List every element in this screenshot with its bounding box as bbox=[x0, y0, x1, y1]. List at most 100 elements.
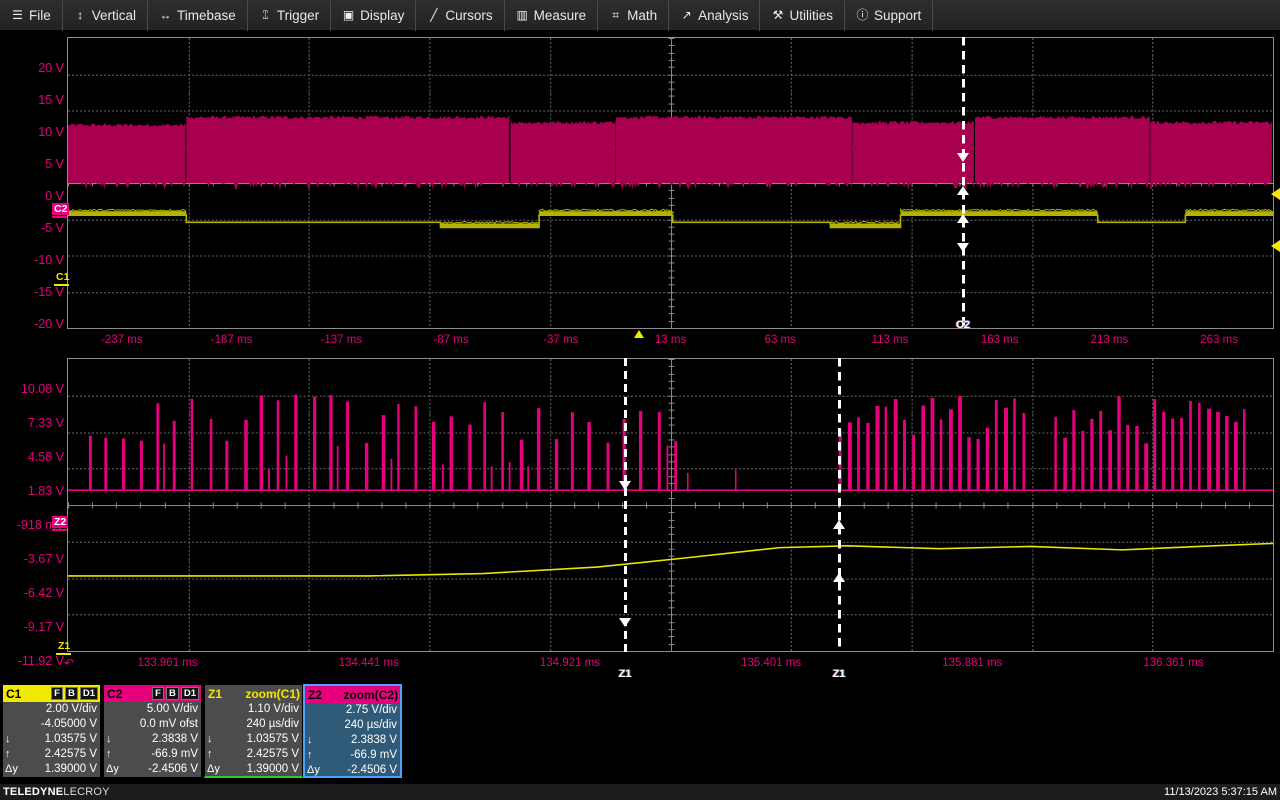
zoom-grid[interactable] bbox=[67, 358, 1274, 652]
menu-item-cursors[interactable]: ╱ Cursors bbox=[416, 0, 505, 31]
x-axis-label: -187 ms bbox=[210, 334, 253, 346]
menu-item-label: Vertical bbox=[91, 7, 137, 23]
descriptor-row: ↓ 1.03575 V bbox=[3, 732, 100, 747]
descriptor-row-value: 0.0 mV ofst bbox=[139, 718, 198, 730]
descriptor-name: Z1 bbox=[208, 686, 223, 701]
y-axis-label: 10.08 V bbox=[20, 382, 64, 396]
x-axis-label: 163 ms bbox=[980, 334, 1019, 346]
menu-item-vertical[interactable]: ↕ Vertical bbox=[63, 0, 149, 31]
x-axis-label: 133.961 ms bbox=[137, 657, 198, 669]
descriptor-row-value: -2.4506 V bbox=[347, 764, 397, 776]
main-cursor-c2[interactable] bbox=[962, 37, 965, 329]
menu-item-trigger[interactable]: ⑄ Trigger bbox=[248, 0, 332, 31]
scope-application: ☰ File ↕ Vertical ↔ Timebase ⑄ Trigger ▣ Display ╱… bbox=[0, 0, 1280, 800]
x-axis-label: -137 ms bbox=[320, 334, 363, 346]
trigger-level-marker-1[interactable] bbox=[1271, 188, 1280, 200]
descriptor-row-key: Δy bbox=[307, 764, 320, 776]
zoom-cursor-2[interactable] bbox=[838, 358, 841, 652]
descriptor-row-value: -2.4506 V bbox=[148, 763, 198, 775]
trigger-position-arrow[interactable] bbox=[634, 330, 644, 338]
y-axis-label: -15 V bbox=[34, 285, 64, 299]
marker-z1[interactable]: Z1 bbox=[56, 640, 72, 652]
menu-item-label: Cursors bbox=[445, 7, 493, 23]
x-axis-label: -37 ms bbox=[543, 334, 579, 346]
menu-item-measure[interactable]: ▥ Measure bbox=[505, 0, 599, 31]
descriptor-header[interactable]: C2 F B D1 bbox=[104, 685, 201, 702]
x-axis-label: -87 ms bbox=[433, 334, 469, 346]
menu-item-analysis[interactable]: ↗ Analysis bbox=[669, 0, 761, 31]
marker-c1[interactable]: C1 bbox=[54, 271, 71, 283]
descriptor-row-value: 2.3838 V bbox=[151, 733, 198, 745]
main-cursor-arrow-up-2 bbox=[957, 214, 969, 223]
descriptor-header[interactable]: C1 F B D1 bbox=[3, 685, 100, 702]
marker-c2-line bbox=[52, 216, 67, 218]
descriptor-badge[interactable]: D1 bbox=[180, 687, 199, 700]
descriptor-row-key: ↑ bbox=[307, 749, 313, 761]
vertical-icon: ↕ bbox=[77, 8, 84, 22]
marker-c2[interactable]: C2 bbox=[52, 203, 70, 215]
descriptor-row-key: Δy bbox=[5, 763, 18, 775]
zoom-cursor-2-arrow-bottom bbox=[833, 573, 845, 582]
menu-item-timebase[interactable]: ↔ Timebase bbox=[148, 0, 248, 31]
descriptor-row: ↑ 2.42575 V bbox=[3, 747, 100, 762]
zoom-cursor-1[interactable] bbox=[624, 358, 627, 652]
descriptor-badge[interactable]: F bbox=[152, 687, 164, 700]
descriptor-header[interactable]: Z2 zoom(C2) bbox=[305, 686, 400, 703]
descriptor-badge[interactable]: F bbox=[51, 687, 63, 700]
descriptor-c1[interactable]: C1 F B D1 2.00 V/div -4.05000 V ↓ 1.03575 V ↑ 2.4… bbox=[2, 684, 101, 778]
x-axis-label: 136.361 ms bbox=[1143, 657, 1204, 669]
menu-item-utilities[interactable]: ⚒ Utilities bbox=[760, 0, 845, 31]
descriptor-row: ↓ 2.3838 V bbox=[104, 732, 201, 747]
file-icon: ☰ bbox=[12, 8, 23, 22]
descriptor-z2[interactable]: Z2 zoom(C2) 2.75 V/div 240 µs/div ↓ 2.3838 V ↑… bbox=[303, 684, 402, 778]
descriptor-row: ↑ -66.9 mV bbox=[305, 748, 400, 763]
descriptor-z1[interactable]: Z1 zoom(C1) 1.10 V/div 240 µs/div ↓ 1.03575 V… bbox=[204, 684, 303, 778]
y-axis-label: 15 V bbox=[38, 93, 64, 107]
menu-item-label: Utilities bbox=[789, 7, 833, 23]
menu-item-label: Measure bbox=[533, 7, 587, 23]
descriptor-row-key: ↓ bbox=[207, 733, 213, 745]
descriptor-row-key: ↑ bbox=[207, 748, 213, 760]
descriptor-badge[interactable]: D1 bbox=[79, 687, 98, 700]
descriptor-c2[interactable]: C2 F B D1 5.00 V/div 0.0 mV ofst ↓ 2.3838 V ↑ -66… bbox=[103, 684, 202, 778]
descriptor-badge[interactable]: B bbox=[64, 687, 78, 700]
brand-thin: LECROY bbox=[63, 786, 110, 798]
menu-item-support[interactable]: ⓘ Support bbox=[845, 0, 934, 31]
descriptor-row-value: 1.39000 V bbox=[44, 763, 97, 775]
utilities-icon: ⚒ bbox=[772, 8, 784, 22]
marker-z2[interactable]: Z2 bbox=[52, 516, 69, 528]
main-waveform-canvas bbox=[68, 38, 1273, 328]
x-axis-label: 63 ms bbox=[764, 334, 796, 346]
main-grid[interactable] bbox=[67, 37, 1274, 329]
menu-item-display[interactable]: ▣ Display bbox=[331, 0, 417, 31]
descriptor-badge[interactable]: B bbox=[165, 687, 179, 700]
scope-display-area: 20 V 15 V 10 V 5 V 0 V -5 V -10 V -15 V -20 V C2… bbox=[0, 31, 1280, 680]
menu-item-file[interactable]: ☰ File bbox=[0, 0, 63, 31]
descriptor-row: Δy -2.4506 V bbox=[305, 763, 400, 778]
descriptor-source: zoom(C2) bbox=[343, 687, 398, 702]
descriptor-row: 2.00 V/div bbox=[3, 702, 100, 717]
descriptor-row-value: 1.03575 V bbox=[246, 733, 299, 745]
descriptor-row-key: ↓ bbox=[307, 734, 313, 746]
descriptor-row: -4.05000 V bbox=[3, 717, 100, 732]
descriptor-row-key: Δy bbox=[106, 763, 119, 775]
x-axis-label: 135.401 ms bbox=[741, 657, 802, 669]
descriptor-row-value: 2.00 V/div bbox=[45, 703, 97, 715]
menu-item-label: Timebase bbox=[177, 7, 236, 23]
brand-bold: TELEDYNE bbox=[3, 786, 64, 798]
descriptor-name: C1 bbox=[6, 686, 22, 701]
measure-icon: ▥ bbox=[516, 8, 528, 22]
y-axis-label: -20 V bbox=[34, 317, 64, 331]
menu-item-math[interactable]: ⌗ Math bbox=[598, 0, 670, 31]
trigger-level-marker-2[interactable] bbox=[1271, 240, 1280, 252]
analysis-icon: ↗ bbox=[681, 8, 692, 22]
descriptor-name: C2 bbox=[107, 686, 123, 701]
main-cursor-label: C2 bbox=[955, 319, 971, 331]
descriptor-badges: F B D1 bbox=[152, 687, 199, 700]
menu-item-label: File bbox=[29, 7, 51, 23]
marker-c1-line bbox=[54, 284, 69, 286]
descriptor-badges: F B D1 bbox=[51, 687, 98, 700]
descriptor-header[interactable]: Z1 zoom(C1) bbox=[205, 685, 302, 702]
y-axis-label: 1.83 V bbox=[27, 484, 64, 498]
descriptor-row-value: 2.42575 V bbox=[246, 748, 299, 760]
